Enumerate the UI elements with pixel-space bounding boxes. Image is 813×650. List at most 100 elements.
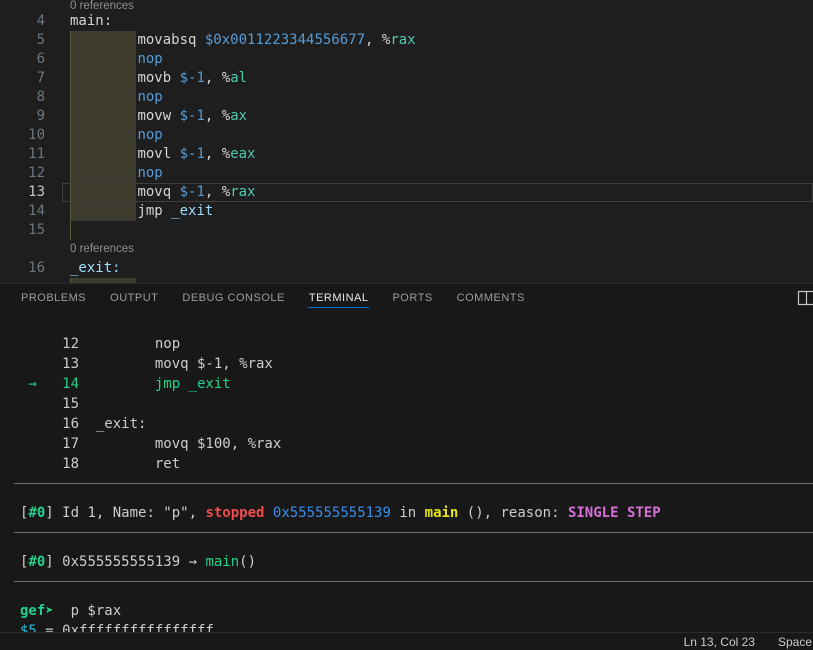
line-number: 6 [0, 50, 70, 69]
token: $0x0011223344556677 [205, 32, 365, 48]
token: (), reason: [458, 505, 568, 521]
editor-line[interactable]: 5 movabsq $0x0011223344556677, %rax [0, 31, 813, 50]
indentation-indicator[interactable]: Space [778, 635, 812, 649]
token: 0x555555555139 [273, 505, 391, 521]
editor-line[interactable]: 6 nop [0, 50, 813, 69]
line-number: 8 [0, 88, 70, 107]
panel-tab-bar: PROBLEMS OUTPUT DEBUG CONSOLE TERMINAL PORTS… [0, 284, 813, 311]
panel-tab-terminal[interactable]: TERMINAL [297, 284, 381, 311]
line-number [0, 278, 70, 283]
terminal[interactable]: 12 nop 13 movq $-1, %rax → 14 jmp _exit … [0, 311, 813, 633]
code-text: nop [70, 164, 813, 183]
token [70, 165, 137, 181]
panel-tab-label: TERMINAL [308, 288, 370, 308]
code-text: _exit: [70, 259, 813, 278]
token: 12 nop [20, 336, 180, 352]
line-number: 16 [0, 259, 70, 278]
token: eax [230, 146, 255, 162]
panel-tab-problems[interactable]: PROBLEMS [9, 284, 98, 311]
token: rax [390, 32, 415, 48]
token: movw [70, 108, 180, 124]
panel-tab-label: DEBUG CONSOLE [181, 288, 285, 308]
token: #0 [28, 554, 45, 570]
editor-line[interactable]: 15 [0, 221, 813, 240]
token: SINGLE STEP [568, 505, 661, 521]
token: Id 1, Name: "p", [62, 505, 205, 521]
token: ] [45, 554, 62, 570]
codelens-row: 0 references [0, 0, 813, 12]
status-bar: Ln 13, Col 23 Space [0, 632, 813, 650]
panel-tab-label: PORTS [391, 288, 433, 308]
panel-tab-output[interactable]: OUTPUT [98, 284, 170, 311]
token: 17 movq $100, %rax [20, 436, 281, 452]
code-text: nop [70, 50, 813, 69]
editor-line[interactable]: 14 jmp _exit [0, 202, 813, 221]
token: in [391, 505, 425, 521]
editor-line[interactable]: 8 nop [0, 88, 813, 107]
token: 0x555555555139 → [62, 554, 205, 570]
line-number: 13 [0, 183, 70, 202]
token: 16 _exit: [20, 416, 146, 432]
token: al [230, 70, 247, 86]
code-text [70, 278, 813, 283]
token: , % [205, 184, 230, 200]
terminal-line: 18 ret [20, 454, 813, 474]
terminal-line: 13 movq $-1, %rax [20, 354, 813, 374]
terminal-separator [20, 483, 813, 503]
token: main [205, 554, 239, 570]
cursor-position-indicator[interactable]: Ln 13, Col 23 [684, 635, 755, 649]
terminal-separator [20, 532, 813, 552]
token: movabsq [70, 32, 205, 48]
line-number: 11 [0, 145, 70, 164]
token: gef➤ [20, 603, 54, 619]
bottom-panel: PROBLEMS OUTPUT DEBUG CONSOLE TERMINAL PORTS… [0, 283, 813, 632]
code-text: movb $-1, %al [70, 69, 813, 88]
terminal-rows: 12 nop 13 movq $-1, %rax → 14 jmp _exit … [20, 334, 813, 633]
code-text: movabsq $0x0011223344556677, %rax [70, 31, 813, 50]
token: $-1 [180, 70, 205, 86]
editor-line[interactable]: 9 movw $-1, %ax [0, 107, 813, 126]
token: $-1 [180, 146, 205, 162]
terminal-line: [#0] Id 1, Name: "p", stopped 0x55555555… [20, 503, 813, 523]
token [70, 51, 137, 67]
codelens-label[interactable]: 0 references [70, 0, 813, 12]
token: , % [365, 32, 390, 48]
panel-tab-debug-console[interactable]: DEBUG CONSOLE [170, 284, 296, 311]
panel-tab-ports[interactable]: PORTS [380, 284, 444, 311]
line-number: 9 [0, 107, 70, 126]
code-text: nop [70, 88, 813, 107]
editor-line[interactable]: 12 nop [0, 164, 813, 183]
code-text: main: [70, 12, 813, 31]
editor-line[interactable]: 11 movl $-1, %eax [0, 145, 813, 164]
token [70, 127, 137, 143]
code-text: nop [70, 126, 813, 145]
token: movb [70, 70, 180, 86]
editor-line[interactable]: 13 movq $-1, %rax [0, 183, 813, 202]
code-text: movw $-1, %ax [70, 107, 813, 126]
token: 15 [20, 396, 79, 412]
token: p $rax [54, 603, 121, 619]
code-text: jmp _exit [70, 202, 813, 221]
token: rax [230, 184, 255, 200]
editor-line[interactable]: 7 movb $-1, %al [0, 69, 813, 88]
line-number: 7 [0, 69, 70, 88]
line-number: 5 [0, 31, 70, 50]
editor-line[interactable]: 16_exit: [0, 259, 813, 278]
token: ] [45, 505, 62, 521]
editor-line[interactable]: 4main: [0, 12, 813, 31]
codelens-label[interactable]: 0 references [70, 240, 813, 259]
token: movl [70, 146, 180, 162]
token: nop [137, 127, 162, 143]
token: → 14 jmp _exit [20, 376, 231, 392]
token: $-1 [180, 108, 205, 124]
editor-line[interactable]: 10 nop [0, 126, 813, 145]
panel-tab-label: OUTPUT [109, 288, 159, 308]
terminal-separator [20, 581, 813, 601]
code-text: movq $-1, %rax [70, 183, 813, 202]
code-text [70, 221, 813, 240]
split-panel-icon[interactable] [797, 290, 813, 306]
editor-line[interactable] [0, 278, 813, 283]
token: , % [205, 146, 230, 162]
panel-tab-comments[interactable]: COMMENTS [445, 284, 537, 311]
editor[interactable]: 0 references4main:5 movabsq $0x001122334… [0, 0, 813, 283]
